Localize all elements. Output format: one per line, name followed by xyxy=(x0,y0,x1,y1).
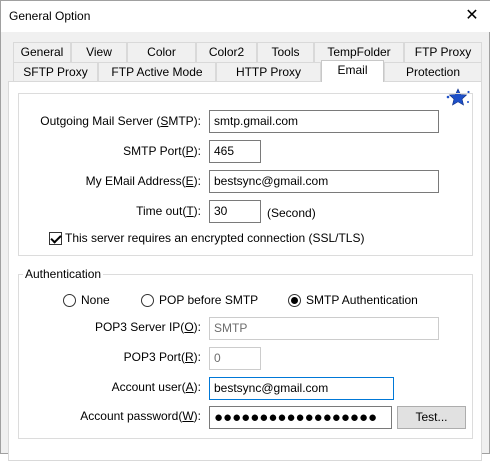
tab-email[interactable]: Email xyxy=(321,60,384,82)
authentication-legend: Authentication xyxy=(23,267,104,281)
tab-general[interactable]: General xyxy=(13,42,71,62)
tab-view[interactable]: View xyxy=(71,42,127,62)
timeout-unit-label: (Second) xyxy=(267,206,316,220)
radio-pop-before-smtp[interactable] xyxy=(141,294,154,307)
smtp-server-label: Outgoing Mail Server (SMTP): xyxy=(40,114,201,128)
tab-ftp-proxy[interactable]: FTP Proxy xyxy=(404,42,482,62)
window-title: General Option xyxy=(9,9,91,23)
account-password-label: Account password(W): xyxy=(80,409,201,423)
radio-pop-before-smtp-label[interactable]: POP before SMTP xyxy=(159,293,258,307)
title-bar: General Option ✕ xyxy=(1,1,490,32)
tab-protection[interactable]: Protection xyxy=(384,62,482,82)
pop3-port-label: POP3 Port(R): xyxy=(123,350,201,364)
tab-http-proxy[interactable]: HTTP Proxy xyxy=(216,62,321,82)
account-user-label: Account user(A): xyxy=(111,380,201,394)
account-password-input[interactable]: ●●●●●●●●●●●●●●●●●● xyxy=(209,406,392,429)
radio-none-label[interactable]: None xyxy=(81,293,110,307)
ssl-checkbox-label[interactable]: This server requires an encrypted connec… xyxy=(65,231,364,245)
radio-none[interactable] xyxy=(63,294,76,307)
email-address-input[interactable]: bestsync@gmail.com xyxy=(209,170,439,193)
smtp-port-input[interactable]: 465 xyxy=(209,140,261,163)
email-tab-panel: Outgoing Mail Server (SMTP): smtp.gmail.… xyxy=(8,81,482,461)
account-user-input[interactable]: bestsync@gmail.com xyxy=(209,377,394,400)
radio-smtp-authentication-label[interactable]: SMTP Authentication xyxy=(306,293,418,307)
tab-tools[interactable]: Tools xyxy=(257,42,314,62)
radio-smtp-authentication[interactable] xyxy=(288,294,301,307)
test-button[interactable]: Test... xyxy=(397,406,466,429)
timeout-input[interactable]: 30 xyxy=(209,200,261,223)
ssl-checkbox[interactable] xyxy=(49,232,62,245)
tab-ftp-active-mode[interactable]: FTP Active Mode xyxy=(98,62,216,82)
smtp-port-label: SMTP Port(P): xyxy=(123,144,201,158)
timeout-label: Time out(T): xyxy=(136,204,201,218)
pop3-port-input[interactable]: 0 xyxy=(209,347,261,370)
email-address-label: My EMail Address(E): xyxy=(85,174,201,188)
tab-color[interactable]: Color xyxy=(127,42,196,62)
pop3-server-label: POP3 Server IP(O): xyxy=(94,320,201,334)
tab-color2[interactable]: Color2 xyxy=(196,42,257,62)
close-icon[interactable]: ✕ xyxy=(460,5,484,27)
pop3-server-input[interactable]: SMTP xyxy=(209,317,439,340)
tab-sftp-proxy[interactable]: SFTP Proxy xyxy=(13,62,98,82)
smtp-server-input[interactable]: smtp.gmail.com xyxy=(209,110,439,133)
tab-tempfolder[interactable]: TempFolder xyxy=(314,42,404,62)
